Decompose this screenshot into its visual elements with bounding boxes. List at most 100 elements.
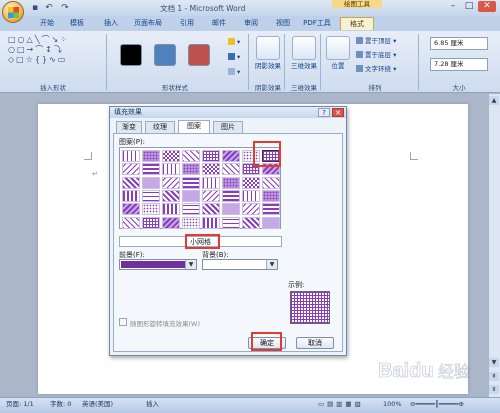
background-color-select[interactable]: ▼ — [202, 259, 278, 270]
foreground-color-select[interactable]: ▼ — [119, 259, 197, 270]
pattern-swatch[interactable] — [142, 203, 160, 216]
pattern-swatch[interactable] — [202, 176, 220, 189]
pattern-swatch[interactable] — [262, 203, 280, 216]
office-button[interactable] — [2, 1, 24, 23]
shapes-gallery[interactable]: □○△╲⌒↘⁘ ○□→⌒↕⤵ ◇□☆{}∿▭ — [8, 35, 86, 75]
change-shape-icon[interactable]: ▾ — [228, 67, 240, 77]
margin-marker — [84, 152, 92, 160]
status-words[interactable]: 字数: 0 — [50, 397, 71, 413]
tab-texture[interactable]: 纹理 — [145, 121, 175, 133]
pattern-swatch[interactable] — [222, 216, 240, 229]
style-swatch-red[interactable] — [188, 44, 210, 66]
status-insert-mode[interactable]: 插入 — [146, 397, 159, 413]
maximize-button[interactable]: □ — [462, 1, 476, 12]
status-page[interactable]: 页面: 1/1 — [6, 397, 34, 413]
tab-gradient[interactable]: 渐变 — [116, 121, 142, 133]
tab-pdf-tools[interactable]: PDF工具 — [300, 17, 334, 30]
zoom-level[interactable]: 100% — [383, 397, 402, 413]
tab-view[interactable]: 视图 — [270, 17, 296, 30]
tab-home[interactable]: 开始 — [34, 17, 60, 30]
style-swatch-black[interactable] — [120, 44, 142, 66]
tab-picture[interactable]: 图片 — [213, 121, 243, 133]
pattern-swatch[interactable] — [142, 189, 160, 202]
pattern-swatch[interactable] — [242, 203, 260, 216]
dialog-close-button[interactable]: ✕ — [332, 108, 344, 117]
pattern-swatch[interactable] — [222, 203, 240, 216]
pattern-swatch[interactable] — [202, 216, 220, 229]
pattern-swatch[interactable] — [202, 203, 220, 216]
send-to-back-button[interactable]: 置于底层 ▾ — [356, 50, 396, 60]
tab-templates[interactable]: 模板 — [64, 17, 90, 30]
pattern-swatch[interactable] — [142, 163, 160, 176]
shadow-effects-button[interactable]: 阴影效果 — [251, 60, 285, 70]
pattern-swatch[interactable] — [162, 216, 180, 229]
pattern-swatch[interactable] — [262, 216, 280, 229]
tab-references[interactable]: 引用 — [174, 17, 200, 30]
pattern-swatch[interactable] — [202, 189, 220, 202]
pattern-swatch[interactable] — [122, 189, 140, 202]
pattern-swatch[interactable] — [162, 150, 180, 162]
pattern-swatch[interactable] — [162, 203, 180, 216]
tab-mailings[interactable]: 邮件 — [206, 17, 232, 30]
tab-pattern[interactable]: 图案 — [178, 120, 210, 133]
pattern-swatch[interactable] — [182, 216, 200, 229]
tab-insert[interactable]: 插入 — [98, 17, 124, 30]
pattern-swatch[interactable] — [262, 176, 280, 189]
width-input[interactable]: 7.28 厘米 — [430, 58, 488, 71]
save-icon[interactable]: ▪ — [30, 3, 40, 13]
pattern-swatch[interactable] — [182, 163, 200, 176]
3d-effects-icon[interactable] — [292, 36, 316, 60]
rotate-with-shape-checkbox[interactable] — [119, 318, 127, 326]
redo-icon[interactable]: ↷ — [60, 3, 70, 13]
pattern-swatch[interactable] — [142, 150, 160, 162]
height-input[interactable]: 6.85 厘米 — [430, 37, 488, 50]
pattern-swatch[interactable] — [222, 189, 240, 202]
shadow-effects-icon[interactable] — [256, 36, 280, 60]
pattern-swatch[interactable] — [262, 189, 280, 202]
scroll-up-icon[interactable]: ▲ — [489, 96, 499, 105]
tab-page-layout[interactable]: 页面布局 — [128, 17, 168, 30]
pattern-swatch[interactable] — [182, 150, 200, 162]
pattern-swatch[interactable] — [242, 176, 260, 189]
pattern-swatch[interactable] — [162, 189, 180, 202]
pattern-swatch[interactable] — [242, 216, 260, 229]
vertical-scrollbar[interactable] — [488, 94, 500, 397]
pattern-swatch[interactable] — [222, 176, 240, 189]
position-button[interactable]: 位置 — [321, 60, 355, 70]
shape-row: ○□→⌒↕⤵ — [8, 45, 64, 54]
pattern-swatch[interactable] — [122, 150, 140, 162]
pattern-swatch[interactable] — [162, 163, 180, 176]
pattern-swatch[interactable] — [242, 189, 260, 202]
pattern-swatch[interactable] — [122, 163, 140, 176]
pattern-swatch[interactable] — [182, 176, 200, 189]
pattern-swatch[interactable] — [142, 176, 160, 189]
pattern-swatch[interactable] — [122, 216, 140, 229]
close-button[interactable]: ✕ — [478, 1, 496, 12]
text-wrap-button[interactable]: 文字环绕 ▾ — [356, 64, 396, 74]
pattern-swatch[interactable] — [222, 150, 240, 162]
tab-review[interactable]: 审阅 — [238, 17, 264, 30]
minimize-button[interactable]: – — [446, 1, 460, 12]
pattern-swatch[interactable] — [142, 216, 160, 229]
pattern-swatch[interactable] — [162, 176, 180, 189]
3d-effects-button[interactable]: 三维效果 — [287, 60, 321, 70]
line-color-icon[interactable]: ▾ — [228, 52, 240, 62]
view-buttons[interactable]: ▭▤▥▦▧ — [318, 397, 364, 413]
pattern-swatch[interactable] — [202, 150, 220, 162]
pattern-swatch[interactable] — [182, 189, 200, 202]
dialog-help-button[interactable]: ? — [318, 108, 330, 117]
undo-icon[interactable]: ↶ — [44, 3, 54, 13]
cancel-button[interactable]: 取消 — [296, 337, 334, 349]
status-language[interactable]: 英语(美国) — [82, 397, 113, 413]
pattern-swatch[interactable] — [122, 203, 140, 216]
pattern-swatch[interactable] — [182, 203, 200, 216]
pattern-swatch[interactable] — [202, 163, 220, 176]
tab-format[interactable]: 格式 — [340, 17, 374, 30]
fill-color-icon[interactable]: ▾ — [228, 37, 240, 47]
pattern-swatch[interactable] — [122, 176, 140, 189]
zoom-slider[interactable]: ⊖━━━━━┃━━━━━⊕ — [410, 397, 464, 413]
pattern-swatch[interactable] — [222, 163, 240, 176]
position-icon[interactable] — [326, 36, 350, 60]
bring-to-front-button[interactable]: 置于顶层 ▾ — [356, 36, 396, 46]
style-swatch-blue[interactable] — [154, 44, 176, 66]
